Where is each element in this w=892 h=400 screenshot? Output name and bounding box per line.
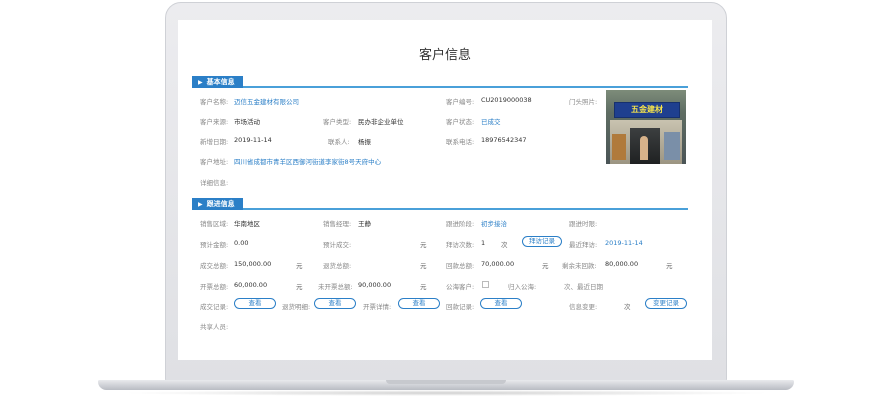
deal-record-view-button[interactable]: 查看: [234, 298, 276, 309]
stage-label: 跟进阶段:: [446, 220, 475, 228]
contact-label: 联系人:: [328, 138, 350, 146]
last-visit-label: 最近拜访:: [569, 241, 598, 249]
est-amount-label: 预计金额:: [200, 241, 229, 249]
shop-goods: [664, 132, 680, 160]
public-customer-label: 公海客户:: [446, 283, 475, 291]
refund-total-label: 退货总额:: [323, 262, 352, 270]
status-label: 客户状态:: [446, 118, 475, 126]
invoiced-unit: 元: [296, 283, 303, 291]
deal-total-label: 成交总额:: [200, 262, 229, 270]
deal-record-label: 成交记录:: [200, 303, 229, 311]
shop-person: [640, 136, 648, 160]
not-invoiced-value: 90,000.00: [358, 281, 392, 289]
payment-record-view-button[interactable]: 查看: [480, 298, 522, 309]
deal-total-unit: 元: [296, 262, 303, 270]
visit-count-unit: 次: [501, 241, 508, 249]
triangle-icon: ▶: [198, 201, 203, 208]
customer-name-link[interactable]: 迈信五金建材有限公司: [234, 96, 299, 106]
laptop-shadow: [120, 390, 772, 396]
customer-name-label: 客户名称:: [200, 98, 229, 106]
est-amount-value: 0.00: [234, 239, 249, 247]
contact-value: 杨振: [358, 138, 371, 146]
region-value: 华南地区: [234, 220, 260, 228]
refund-detail-label: 退货明细:: [282, 303, 311, 311]
source-label: 客户来源:: [200, 118, 229, 126]
invoice-detail-label: 开票详情:: [363, 303, 392, 311]
remaining-unit: 元: [666, 262, 673, 270]
customer-id-label: 客户编号:: [446, 98, 475, 106]
change-record-button[interactable]: 变更记录: [645, 298, 687, 309]
remaining-label: 剩余未回款:: [562, 262, 597, 270]
shop-goods: [612, 134, 626, 160]
triangle-icon: ▶: [198, 79, 203, 86]
storefront-photo[interactable]: 五金建材: [606, 90, 686, 164]
type-value: 民办非企业单位: [358, 118, 404, 126]
visit-count-label: 拜访次数:: [446, 241, 475, 249]
laptop-notch: [386, 380, 506, 384]
customer-id-value: CU2019000038: [481, 96, 532, 104]
return-total-label: 回款总额:: [446, 262, 475, 270]
invoiced-label: 开票总额:: [200, 283, 229, 291]
invoice-detail-view-button[interactable]: 查看: [398, 298, 440, 309]
type-label: 客户类型:: [323, 118, 352, 126]
visit-record-button[interactable]: 拜访记录: [522, 236, 562, 247]
recent-date-label: 次、最近日期: [564, 283, 603, 291]
not-invoiced-unit: 元: [420, 283, 427, 291]
to-public-label: 归入公海:: [508, 283, 537, 291]
status-value: 已成交: [481, 118, 501, 126]
not-invoiced-label: 未开票总额:: [318, 283, 353, 291]
section-basic-tag: ▶ 基本信息: [192, 76, 243, 88]
address-link[interactable]: 四川省成都市青羊区西御河街道李家街8号天府中心: [234, 156, 381, 166]
shop-sign: 五金建材: [614, 102, 680, 118]
added-date-value: 2019-11-14: [234, 136, 272, 144]
public-customer-checkbox[interactable]: [482, 281, 489, 288]
section-followup-tag: ▶ 跟进信息: [192, 198, 243, 210]
next-time-label: 跟进时限:: [569, 220, 598, 228]
remaining-value: 80,000.00: [605, 260, 639, 268]
section-followup-header: ▶ 跟进信息: [192, 198, 688, 210]
phone-label: 联系电话:: [446, 138, 475, 146]
payment-record-label: 回款记录:: [446, 303, 475, 311]
added-date-label: 新增日期:: [200, 138, 229, 146]
return-total-unit: 元: [542, 262, 549, 270]
shared-label: 共享人员:: [200, 323, 229, 331]
est-deal-unit: 元: [420, 241, 427, 249]
invoiced-value: 60,000.00: [234, 281, 268, 289]
info-change-label: 信息变更:: [569, 303, 598, 311]
page-title: 客户信息: [418, 48, 471, 63]
phone-value: 18976542347: [481, 136, 527, 144]
last-visit-value: 2019-11-14: [605, 239, 643, 247]
region-label: 销售区域:: [200, 220, 229, 228]
section-basic-header: ▶ 基本信息: [192, 76, 688, 88]
refund-total-unit: 元: [420, 262, 427, 270]
visit-count-value: 1: [481, 239, 486, 247]
refund-detail-view-button[interactable]: 查看: [314, 298, 356, 309]
source-value: 市场活动: [234, 118, 260, 126]
address-label: 客户地址:: [200, 158, 229, 166]
est-deal-label: 预计成交:: [323, 241, 352, 249]
detail-label: 详细信息:: [200, 179, 229, 187]
manager-label: 销售经理:: [323, 220, 352, 228]
storefront-photo-label: 门头照片:: [569, 98, 598, 106]
deal-total-value: 150,000.00: [234, 260, 272, 268]
manager-value: 王静: [358, 220, 371, 228]
screen: 客户信息 ▶ 基本信息 客户名称: 迈信五金建材有限公司 客户编号: CU2019…: [178, 20, 712, 360]
info-change-unit: 次: [624, 303, 631, 311]
stage-value: 初步接洽: [481, 220, 507, 228]
return-total-value: 70,000.00: [481, 260, 515, 268]
